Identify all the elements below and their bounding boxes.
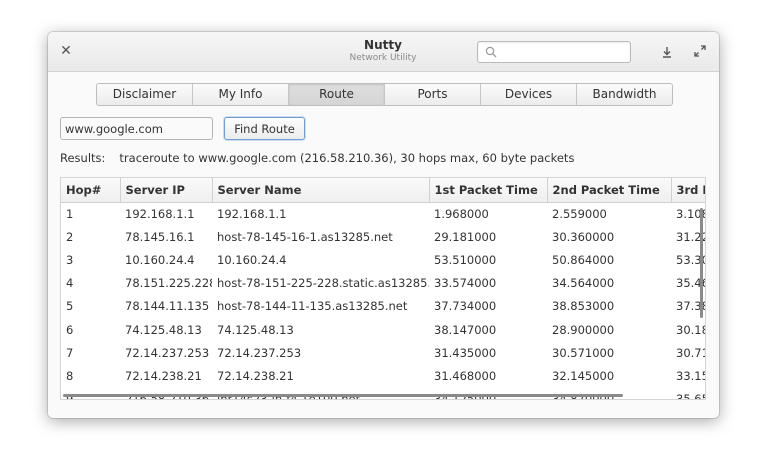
cell-2nd-time: 30.360000 xyxy=(552,229,615,244)
cell-hop: 5 xyxy=(66,299,74,314)
column-header-server-ip[interactable]: Server IP xyxy=(120,178,213,203)
cell-2nd-time: 38.853000 xyxy=(552,299,615,314)
cell-3rd-time: 30.710000 xyxy=(676,345,705,360)
horizontal-scrollbar[interactable] xyxy=(63,394,623,397)
find-route-button[interactable]: Find Route xyxy=(224,117,305,140)
table-row[interactable]: 2 78.145.16.1 host-78-145-16-1.as13285.n… xyxy=(61,225,705,248)
maximize-icon[interactable] xyxy=(693,44,707,58)
tab-bar: Disclaimer My Info Route Ports Devices B… xyxy=(96,83,673,106)
cell-hop: 4 xyxy=(66,276,74,291)
cell-server-name: 10.160.24.4 xyxy=(217,252,287,267)
route-table[interactable]: Hop# Server IP Server Name 1st Packet Ti… xyxy=(60,177,706,400)
cell-hop: 3 xyxy=(66,252,74,267)
cell-2nd-time: 28.900000 xyxy=(552,322,615,337)
cell-server-ip: 10.160.24.4 xyxy=(125,252,195,267)
cell-server-ip: 192.168.1.1 xyxy=(125,206,195,221)
cell-1st-time: 38.147000 xyxy=(434,322,497,337)
cell-2nd-time: 30.571000 xyxy=(552,345,615,360)
table-row[interactable]: 8 72.14.238.21 72.14.238.21 31.468000 32… xyxy=(61,364,705,387)
table-row[interactable]: 7 72.14.237.253 72.14.237.253 31.435000 … xyxy=(61,341,705,364)
column-header-hop[interactable]: Hop# xyxy=(61,178,121,203)
table-header-row: Hop# Server IP Server Name 1st Packet Ti… xyxy=(61,178,705,203)
cell-2nd-time: 34.564000 xyxy=(552,276,615,291)
cell-server-name: 192.168.1.1 xyxy=(217,206,287,221)
cell-1st-time: 37.734000 xyxy=(434,299,497,314)
cell-2nd-time: 50.864000 xyxy=(552,252,615,267)
cell-1st-time: 1.968000 xyxy=(434,206,489,221)
column-header-2nd-packet[interactable]: 2nd Packet Time xyxy=(547,178,672,203)
search-input[interactable] xyxy=(502,44,626,60)
results-line: Results: traceroute to www.google.com (21… xyxy=(60,151,574,165)
window-subtitle: Network Utility xyxy=(349,53,417,63)
cell-1st-time: 53.510000 xyxy=(434,252,497,267)
vertical-scrollbar[interactable] xyxy=(700,208,703,318)
tab-my-info[interactable]: My Info xyxy=(193,84,289,105)
table-row[interactable]: 6 74.125.48.13 74.125.48.13 38.147000 28… xyxy=(61,318,705,341)
table-row[interactable]: 3 10.160.24.4 10.160.24.4 53.510000 50.8… xyxy=(61,248,705,271)
column-header-3rd-packet[interactable]: 3rd Packet Time xyxy=(671,178,705,203)
cell-1st-time: 33.574000 xyxy=(434,276,497,291)
cell-server-ip: 72.14.238.21 xyxy=(125,368,202,383)
column-header-1st-packet[interactable]: 1st Packet Time xyxy=(429,178,548,203)
cell-2nd-time: 2.559000 xyxy=(552,206,607,221)
cell-1st-time: 29.181000 xyxy=(434,229,497,244)
close-icon[interactable]: ✕ xyxy=(58,43,74,59)
cell-3rd-time: 33.150000 xyxy=(676,368,705,383)
cell-server-ip: 74.125.48.13 xyxy=(125,322,202,337)
cell-server-name: 72.14.238.21 xyxy=(217,368,294,383)
search-field[interactable] xyxy=(477,41,631,63)
tab-bandwidth[interactable]: Bandwidth xyxy=(577,84,672,105)
cell-server-name: host-78-151-225-228.static.as13285.net xyxy=(217,276,429,291)
tab-ports[interactable]: Ports xyxy=(385,84,481,105)
table-row[interactable]: 5 78.144.11.135 host-78-144-11-135.as132… xyxy=(61,295,705,318)
tab-devices[interactable]: Devices xyxy=(481,84,577,105)
cell-3rd-time: 35.650000 xyxy=(676,392,705,400)
column-header-server-name[interactable]: Server Name xyxy=(212,178,430,203)
results-label: Results: xyxy=(60,151,106,165)
cell-server-ip: 78.145.16.1 xyxy=(125,229,195,244)
cell-hop: 6 xyxy=(66,322,74,337)
title-block: Nutty Network Utility xyxy=(308,38,458,64)
cell-1st-time: 31.435000 xyxy=(434,345,497,360)
cell-server-ip: 78.151.225.228 xyxy=(125,276,212,291)
tab-route[interactable]: Route xyxy=(289,84,385,105)
titlebar: ✕ Nutty Network Utility xyxy=(48,32,719,72)
cell-server-name: 74.125.48.13 xyxy=(217,322,294,337)
cell-server-ip: 78.144.11.135 xyxy=(125,299,210,314)
table-row[interactable]: 4 78.151.225.228 host-78-151-225-228.sta… xyxy=(61,272,705,295)
cell-hop: 7 xyxy=(66,345,74,360)
app-window: ✕ Nutty Network Utility Disclaimer My In… xyxy=(48,32,719,418)
cell-3rd-time: 30.180000 xyxy=(676,322,705,337)
cell-hop: 1 xyxy=(66,206,74,221)
cell-server-name: 72.14.237.253 xyxy=(217,345,302,360)
download-icon[interactable] xyxy=(660,45,674,59)
table-row[interactable]: 1 192.168.1.1 192.168.1.1 1.968000 2.559… xyxy=(61,202,705,225)
tab-disclaimer[interactable]: Disclaimer xyxy=(97,84,193,105)
cell-hop: 2 xyxy=(66,229,74,244)
cell-1st-time: 31.468000 xyxy=(434,368,497,383)
results-text: traceroute to www.google.com (216.58.210… xyxy=(119,151,575,165)
cell-hop: 8 xyxy=(66,368,74,383)
window-title: Nutty xyxy=(364,38,402,52)
cell-server-name: host-78-144-11-135.as13285.net xyxy=(217,299,408,314)
search-icon xyxy=(485,46,497,58)
cell-server-name: host-78-145-16-1.as13285.net xyxy=(217,229,393,244)
cell-server-ip: 72.14.237.253 xyxy=(125,345,210,360)
cell-2nd-time: 32.145000 xyxy=(552,368,615,383)
host-input[interactable] xyxy=(60,117,213,140)
